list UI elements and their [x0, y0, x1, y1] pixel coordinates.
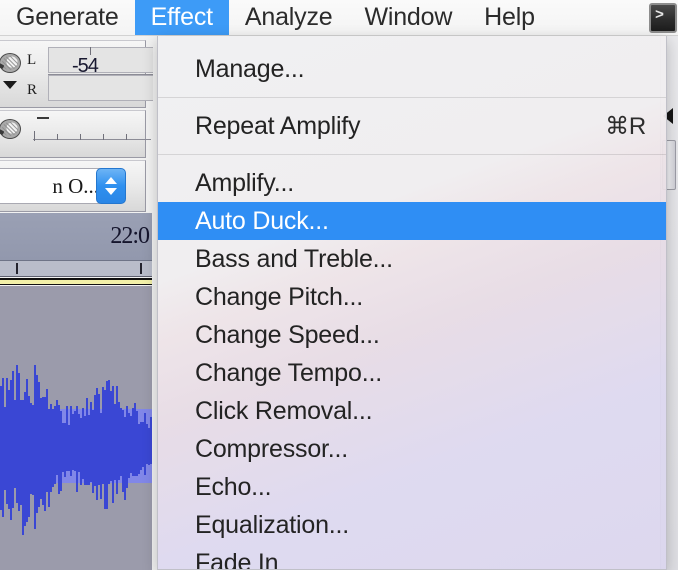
- menu-item-manage[interactable]: Manage...: [158, 50, 666, 88]
- menu-item-bass-and-treble[interactable]: Bass and Treble...: [158, 240, 666, 278]
- menubar-item-generate[interactable]: Generate: [0, 0, 135, 35]
- waveform-sample: [150, 417, 152, 446]
- menu-item-repeat-amplify[interactable]: Repeat Amplify ⌘R: [158, 107, 666, 145]
- menu-item-label: Change Speed...: [195, 320, 380, 349]
- stepper-up-icon[interactable]: [105, 177, 117, 184]
- timeline-ruler[interactable]: 22:0: [0, 213, 152, 261]
- menubar-item-window[interactable]: Window: [348, 0, 468, 35]
- menubar-item-analyze[interactable]: Analyze: [229, 0, 349, 35]
- quantity-stepper[interactable]: [96, 168, 126, 204]
- menu-separator-space: [158, 145, 666, 154]
- menu-item-change-tempo[interactable]: Change Tempo...: [158, 354, 666, 392]
- rec-tick-0: [34, 131, 35, 141]
- rec-meter-scale-line: [33, 139, 151, 140]
- menu-item-change-speed[interactable]: Change Speed...: [158, 316, 666, 354]
- meter-channel-right-label: R: [27, 82, 38, 98]
- menu-item-label: Change Pitch...: [195, 282, 363, 311]
- rec-tick-4: [126, 134, 127, 140]
- meter-channel-left-label: L: [27, 52, 37, 68]
- terminal-prompt-glyph: >: [655, 7, 665, 24]
- menu-item-compressor[interactable]: Compressor...: [158, 430, 666, 468]
- meter-bar-left: [48, 47, 153, 73]
- rec-tick-3: [103, 134, 104, 140]
- menu-item-shortcut: ⌘R: [605, 112, 646, 140]
- menu-item-label: Fade In: [195, 548, 279, 570]
- rec-meter-marker: [37, 117, 49, 119]
- menu-item-label: Compressor...: [195, 434, 349, 463]
- menu-separator-space: [158, 88, 666, 97]
- speaker-icon[interactable]: [0, 53, 21, 73]
- rec-tick-1: [57, 134, 58, 140]
- effect-menu-item-list: Manage... Repeat Amplify ⌘R Amplify... Auto …: [158, 36, 666, 569]
- menu-item-auto-duck[interactable]: Auto Duck...: [158, 202, 666, 240]
- meter-tick: [90, 47, 91, 55]
- device-combo-input[interactable]: n O...: [0, 168, 104, 204]
- menu-item-label: Change Tempo...: [195, 358, 382, 387]
- rec-tick-2: [80, 134, 81, 140]
- menu-item-label: Manage...: [195, 54, 305, 83]
- menu-item-label: Repeat Amplify: [195, 111, 361, 140]
- menu-top-padding: [158, 36, 666, 50]
- menu-item-echo[interactable]: Echo...: [158, 468, 666, 506]
- menu-item-click-removal[interactable]: Click Removal...: [158, 392, 666, 430]
- recording-meter-toolbar[interactable]: [0, 110, 151, 158]
- menu-item-amplify[interactable]: Amplify...: [158, 164, 666, 202]
- track-boundary-line: [0, 278, 152, 285]
- menu-separator-space: [158, 155, 666, 164]
- terminal-icon[interactable]: >: [649, 3, 677, 33]
- menu-item-equalization[interactable]: Equalization...: [158, 506, 666, 544]
- timeline-tick: [140, 263, 142, 274]
- menubar-item-help[interactable]: Help: [468, 0, 551, 35]
- chevron-down-icon[interactable]: [3, 81, 17, 89]
- menubar-item-effect[interactable]: Effect: [134, 0, 229, 35]
- menu-item-label: Bass and Treble...: [195, 244, 393, 273]
- menu-item-label: Echo...: [195, 472, 272, 501]
- microphone-icon-grid: [2, 122, 18, 136]
- effect-dropdown-menu[interactable]: Manage... Repeat Amplify ⌘R Amplify... Auto …: [157, 36, 667, 570]
- menu-item-change-pitch[interactable]: Change Pitch...: [158, 278, 666, 316]
- meter-bar-right: [48, 75, 153, 101]
- menu-item-label: Auto Duck...: [195, 206, 329, 235]
- device-combo-value: n O...: [52, 173, 99, 198]
- menu-separator-space: [158, 98, 666, 107]
- timeline-tick-row: [0, 261, 152, 277]
- meter-scale-line: [48, 74, 153, 75]
- timeline-label: 22:0: [110, 223, 150, 249]
- audio-track-waveform[interactable]: [0, 286, 152, 570]
- menubar: Generate Effect Analyze Window Help: [0, 0, 678, 36]
- playback-meter-toolbar[interactable]: L R -54: [0, 40, 153, 108]
- waveform-sample: [150, 446, 152, 464]
- timeline-tick: [16, 263, 18, 274]
- menu-item-label: Amplify...: [195, 168, 294, 197]
- menu-item-label: Equalization...: [195, 510, 350, 539]
- stepper-down-icon[interactable]: [105, 188, 117, 195]
- menu-item-label: Click Removal...: [195, 396, 373, 425]
- menu-item-fade-in[interactable]: Fade In: [158, 544, 666, 570]
- microphone-icon[interactable]: [0, 119, 21, 139]
- speaker-icon-grid: [2, 56, 18, 70]
